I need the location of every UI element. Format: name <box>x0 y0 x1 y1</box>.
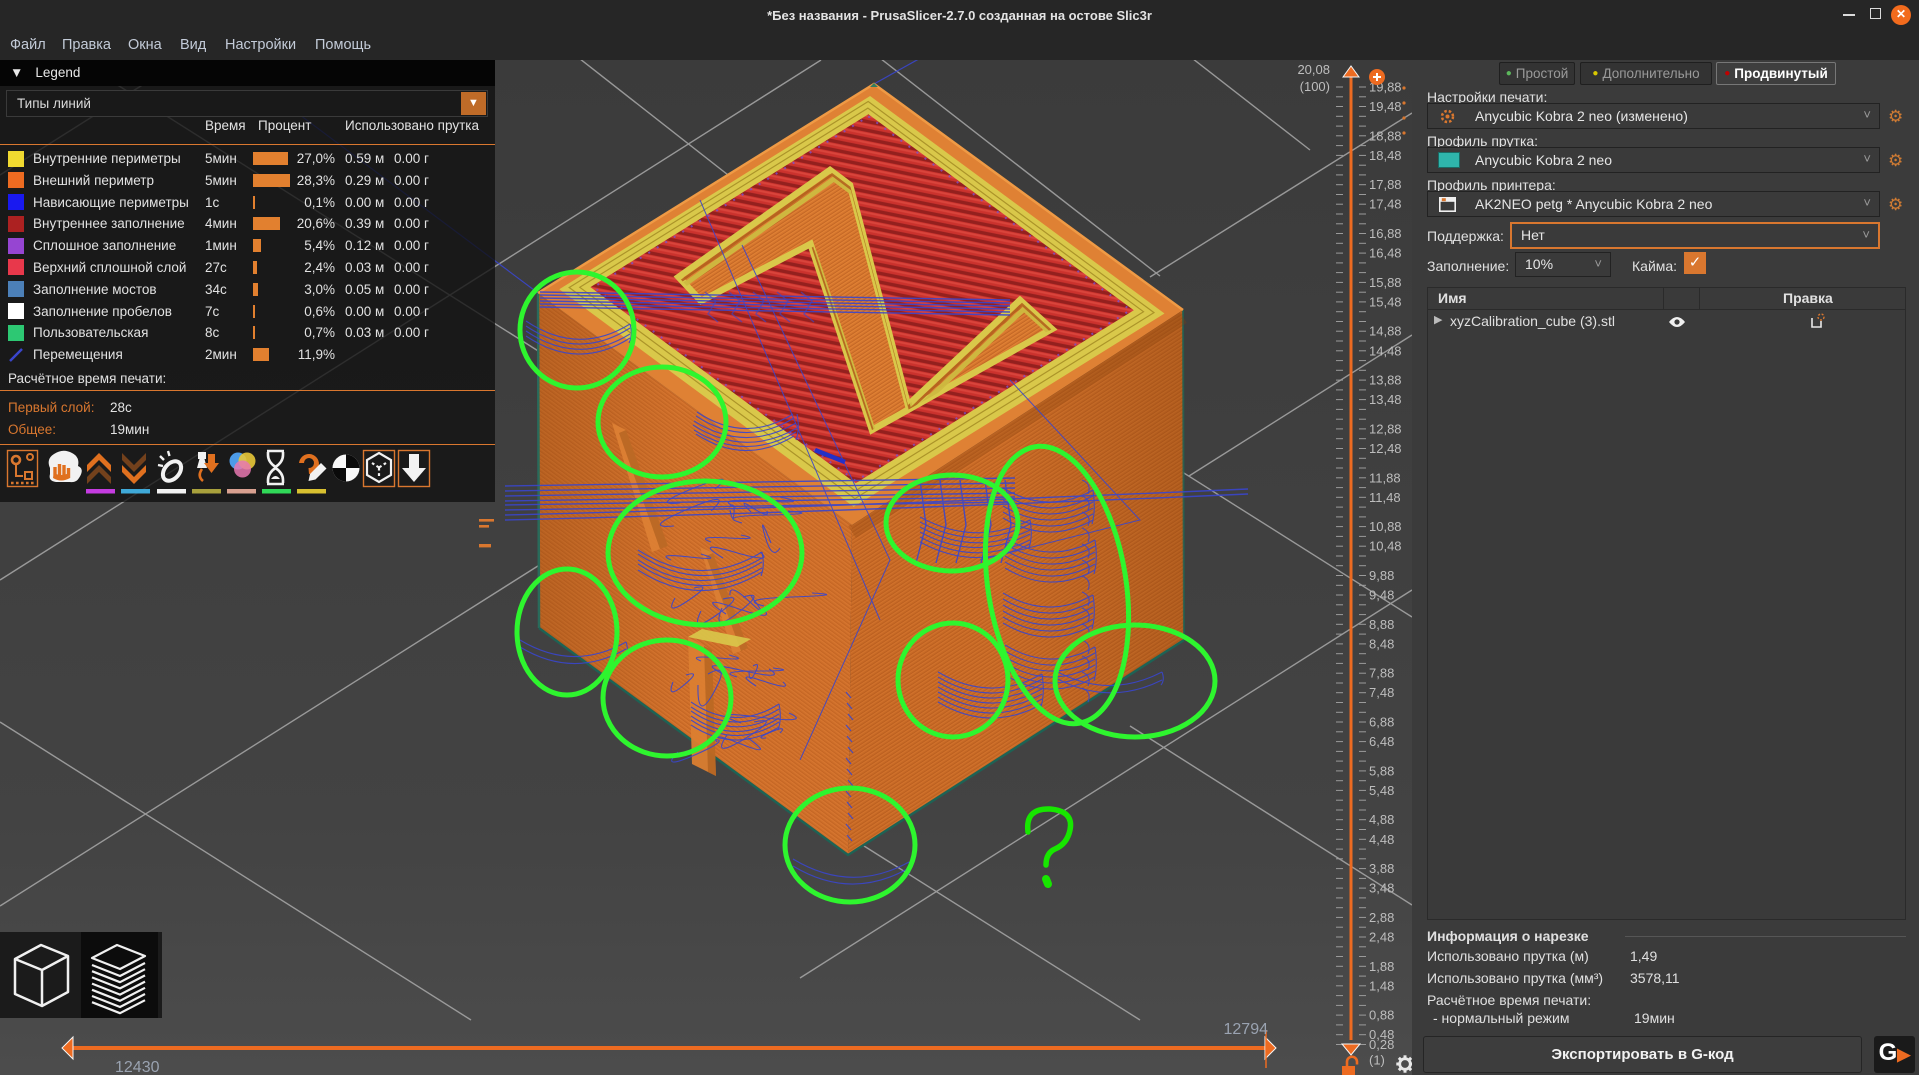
svg-text:20,08: 20,08 <box>1297 62 1330 77</box>
svg-text:17,88: 17,88 <box>1369 177 1402 192</box>
svg-text:0,88: 0,88 <box>1369 1008 1394 1023</box>
svg-text:6,88: 6,88 <box>1369 715 1394 730</box>
svg-text:1,48: 1,48 <box>1369 978 1394 993</box>
svg-text:5,48: 5,48 <box>1369 783 1394 798</box>
svg-text:(100): (100) <box>1300 79 1330 94</box>
svg-text:9,88: 9,88 <box>1369 568 1394 583</box>
svg-text:10,88: 10,88 <box>1369 519 1402 534</box>
svg-text:14,48: 14,48 <box>1369 343 1402 358</box>
svg-text:16,48: 16,48 <box>1369 246 1402 261</box>
svg-text:(1): (1) <box>1369 1053 1385 1068</box>
svg-text:11,88: 11,88 <box>1369 470 1401 485</box>
svg-text:0,28: 0,28 <box>1369 1037 1394 1052</box>
svg-text:11,48: 11,48 <box>1369 490 1401 505</box>
svg-text:3,88: 3,88 <box>1369 861 1394 876</box>
svg-text:4,88: 4,88 <box>1369 812 1394 827</box>
svg-text:18,48: 18,48 <box>1369 148 1402 163</box>
svg-text:9,48: 9,48 <box>1369 588 1394 603</box>
svg-text:7,88: 7,88 <box>1369 666 1394 681</box>
svg-text:13,88: 13,88 <box>1369 373 1402 388</box>
svg-text:5,88: 5,88 <box>1369 763 1394 778</box>
svg-text:10,48: 10,48 <box>1369 539 1402 554</box>
svg-text:1,88: 1,88 <box>1369 959 1394 974</box>
svg-text:16,88: 16,88 <box>1369 226 1402 241</box>
svg-text:13,48: 13,48 <box>1369 392 1402 407</box>
svg-text:2,88: 2,88 <box>1369 910 1394 925</box>
svg-text:7,48: 7,48 <box>1369 685 1394 700</box>
svg-text:12,88: 12,88 <box>1369 421 1402 436</box>
svg-text:15,88: 15,88 <box>1369 275 1402 290</box>
svg-text:15,48: 15,48 <box>1369 294 1402 309</box>
svg-text:14,88: 14,88 <box>1369 324 1402 339</box>
svg-text:6,48: 6,48 <box>1369 734 1394 749</box>
svg-text:17,48: 17,48 <box>1369 197 1402 212</box>
svg-text:8,88: 8,88 <box>1369 617 1394 632</box>
svg-text:19,48: 19,48 <box>1369 99 1402 114</box>
svg-text:8,48: 8,48 <box>1369 636 1394 651</box>
svg-text:12,48: 12,48 <box>1369 441 1402 456</box>
svg-text:4,48: 4,48 <box>1369 832 1394 847</box>
svg-text:18,88: 18,88 <box>1369 128 1402 143</box>
svg-text:12430: 12430 <box>115 1059 160 1075</box>
svg-text:12794: 12794 <box>1224 1021 1269 1038</box>
svg-text:2,48: 2,48 <box>1369 930 1394 945</box>
svg-text:3,48: 3,48 <box>1369 881 1394 896</box>
